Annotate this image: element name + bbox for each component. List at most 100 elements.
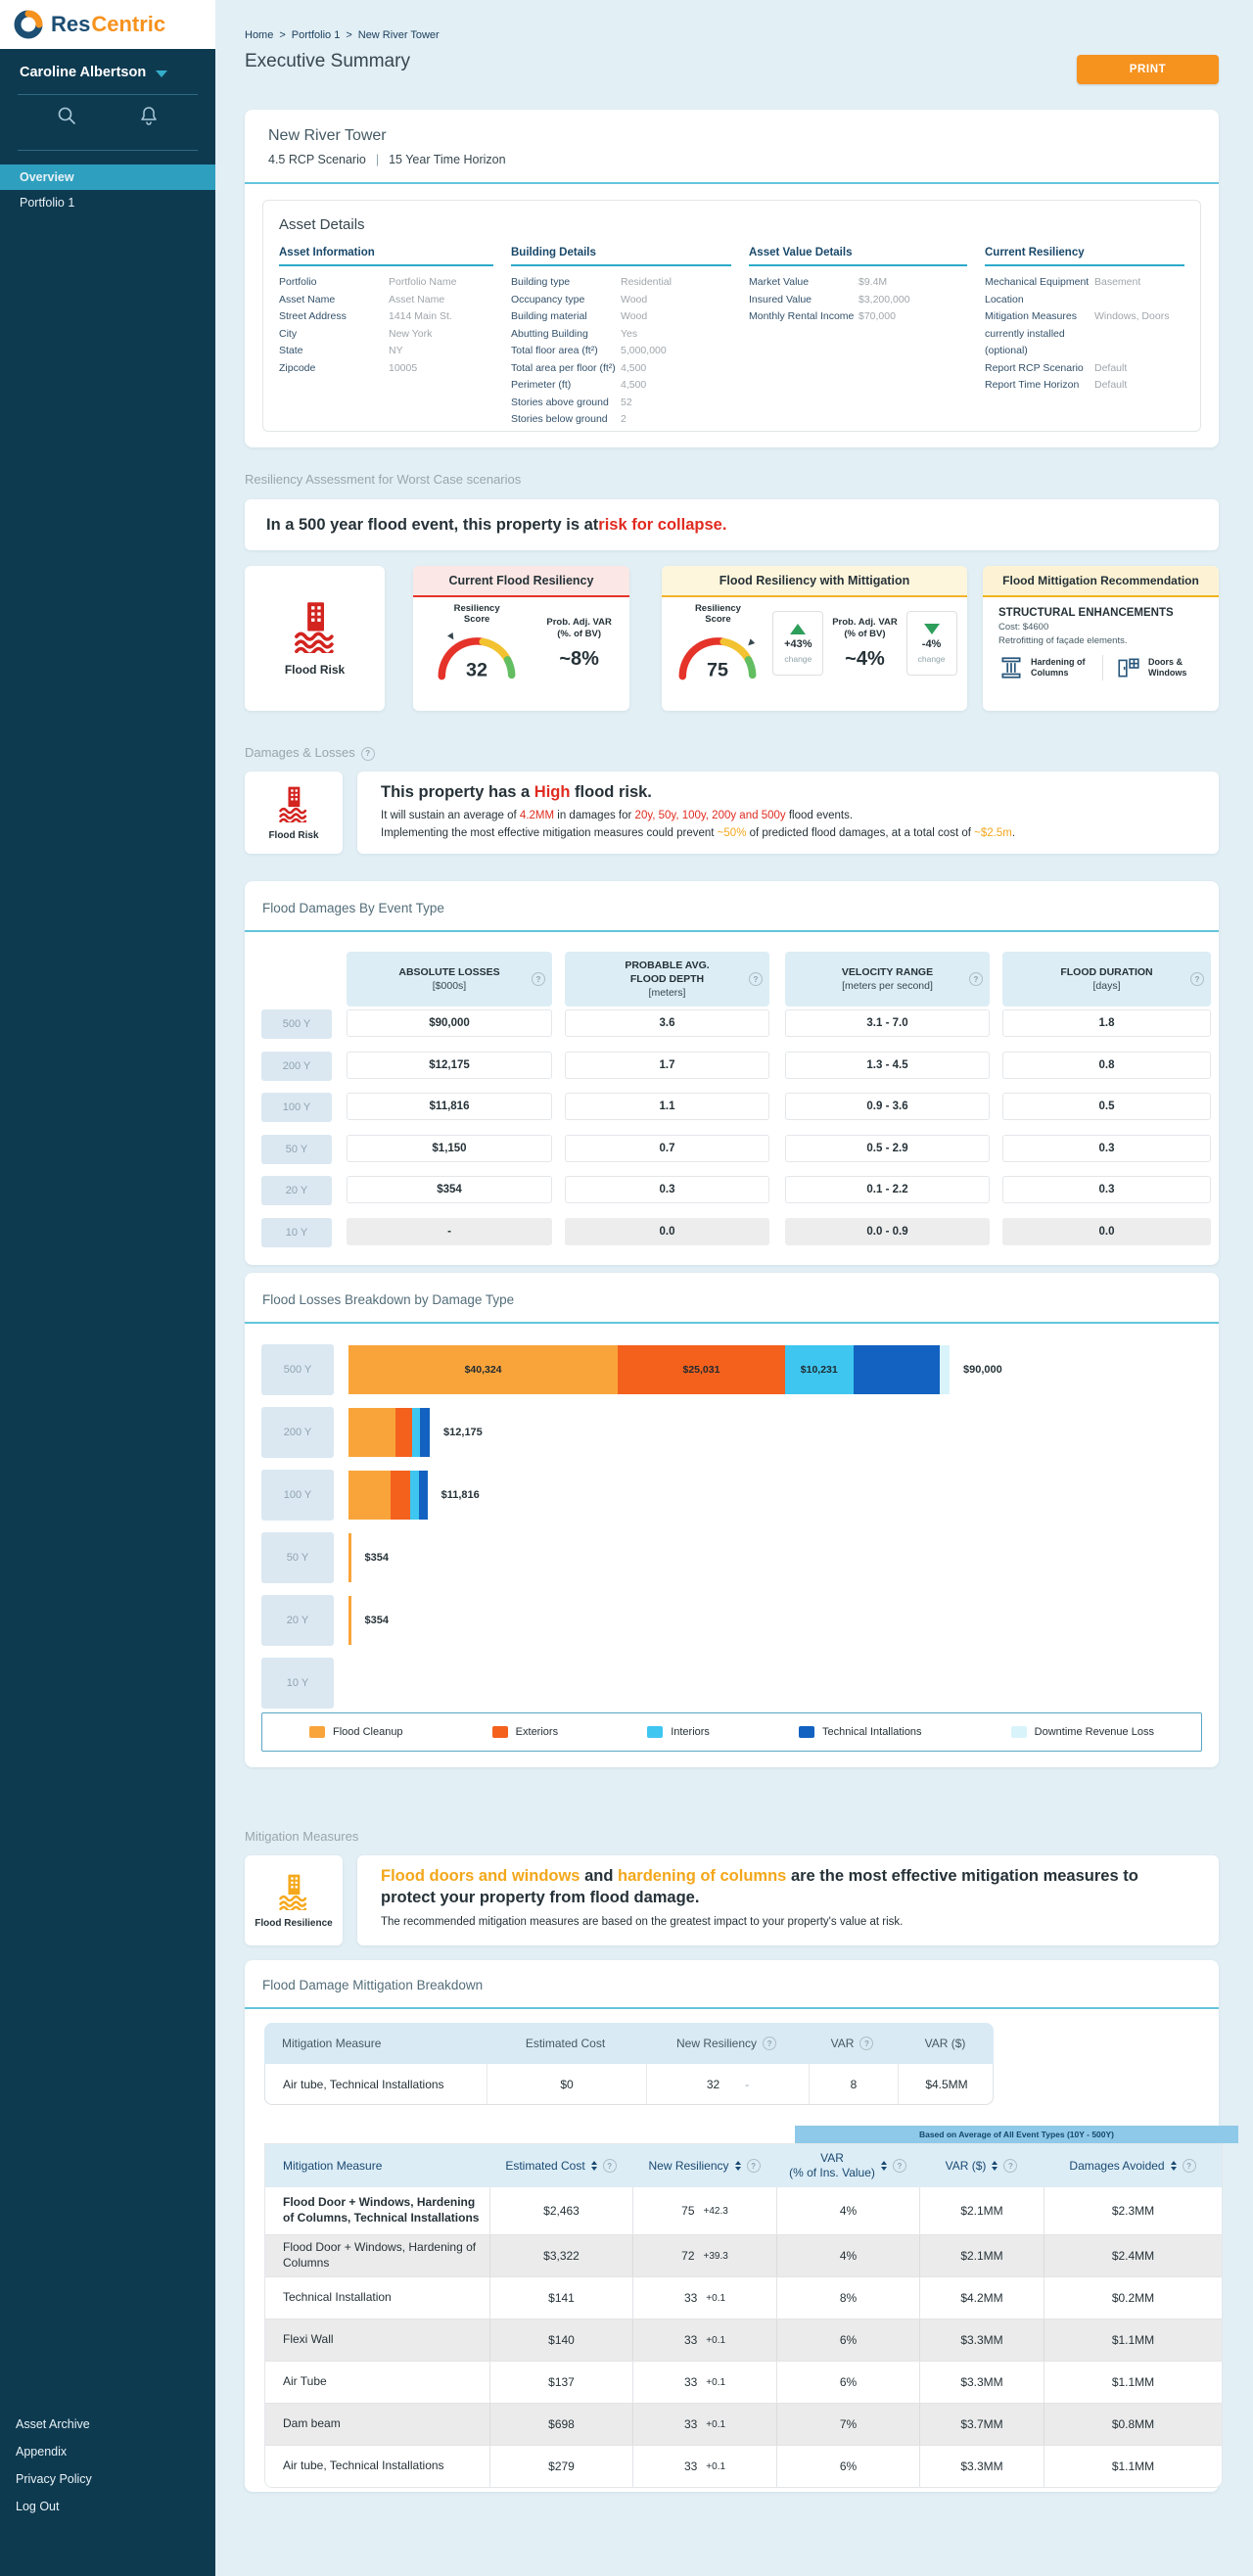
info-icon[interactable]: ? — [361, 747, 375, 761]
detail-value: $9.4M — [859, 274, 887, 292]
column-header: Mitigation Measure — [264, 2023, 486, 2064]
cost-cell: $279 — [489, 2446, 632, 2487]
sort-icon[interactable] — [735, 2161, 741, 2171]
chevron-down-icon — [156, 70, 167, 77]
measure-cell: Flexi Wall — [265, 2319, 489, 2361]
delta-value: +0.1 — [706, 2377, 725, 2388]
info-icon[interactable]: ? — [763, 2037, 776, 2050]
info-icon[interactable]: ? — [749, 972, 763, 986]
breadcrumb-item[interactable]: New River Tower — [358, 29, 440, 41]
info-icon[interactable]: ? — [859, 2037, 873, 2050]
card-header: Current Flood Resiliency — [413, 566, 629, 597]
legend-item: Flood Cleanup — [309, 1726, 403, 1738]
detail-label: Monthly Rental Income — [749, 308, 859, 326]
delta-value: +0.1 — [706, 2293, 725, 2304]
bar-segment — [940, 1345, 950, 1394]
measure-cell: Air tube, Technical Installations — [265, 2064, 487, 2104]
var-value: ~8% — [559, 648, 599, 671]
asset-details-column: Current ResiliencyMechanical Equipment L… — [985, 247, 1184, 429]
info-icon[interactable]: ? — [893, 2159, 906, 2173]
table-cell: 3.6 — [565, 1009, 769, 1037]
sort-icon[interactable] — [591, 2161, 597, 2171]
sort-icon[interactable] — [992, 2161, 998, 2171]
detail-value: Default — [1094, 377, 1127, 395]
bar-segment — [348, 1408, 395, 1457]
var-label: Prob. Adj. VAR — [832, 617, 898, 629]
cost-cell: $698 — [489, 2404, 632, 2445]
legend-label: Downtime Revenue Loss — [1035, 1726, 1154, 1738]
table-row: Flood Door + Windows, Hardening of Colum… — [265, 2234, 1222, 2276]
bar-total-label: $90,000 — [963, 1364, 1002, 1376]
sort-icon[interactable] — [1171, 2161, 1177, 2171]
info-icon[interactable]: ? — [969, 972, 983, 986]
legend-label: Interiors — [671, 1726, 710, 1738]
logo-swirl-icon — [14, 10, 43, 39]
detail-row: Zipcode10005 — [279, 360, 493, 378]
flood-building-icon — [275, 785, 312, 822]
bell-icon[interactable] — [138, 105, 160, 126]
chart-legend: Flood CleanupExteriorsInteriorsTechnical… — [261, 1712, 1202, 1752]
change-caption: change — [918, 654, 946, 664]
print-button[interactable]: PRINT — [1077, 55, 1219, 84]
sidebar-item-portfolio-1[interactable]: Portfolio 1 — [0, 190, 215, 215]
text-run: High — [534, 783, 571, 801]
row-label: 20 Y — [261, 1595, 334, 1646]
breadcrumb-item[interactable]: Portfolio 1 — [292, 29, 341, 41]
detail-row: Street Address1414 Main St. — [279, 308, 493, 326]
column-header: Estimated Cost — [486, 2023, 645, 2064]
mitigation-text-card: Flood doors and windows and hardening of… — [357, 1855, 1219, 1945]
detail-value: Default — [1094, 360, 1127, 378]
var-change-chip: -4% change — [906, 611, 957, 676]
asset-details-column: Asset Value DetailsMarket Value$9.4MInsu… — [749, 247, 985, 429]
change-value: +43% — [784, 638, 812, 650]
sidebar-tools — [0, 95, 215, 136]
var-cell: 4% — [776, 2187, 919, 2234]
breadcrumb-item[interactable]: Home — [245, 29, 273, 41]
flood-risk-label: Flood Risk — [285, 663, 345, 677]
column-header: VELOCITY RANGE[meters per second]? — [785, 952, 990, 1007]
sort-icon[interactable] — [881, 2161, 887, 2171]
sidebar-link[interactable]: Appendix — [0, 2438, 215, 2465]
logo[interactable]: ResCentric — [0, 0, 215, 49]
info-icon[interactable]: ? — [1183, 2159, 1196, 2173]
mitigation-icon-card: Flood Resilience — [245, 1855, 343, 1945]
sidebar-link[interactable]: Privacy Policy — [0, 2465, 215, 2493]
table-cell: 3.1 - 7.0 — [785, 1009, 990, 1037]
resiliency-cell: 72+39.3 — [632, 2235, 776, 2276]
var-cell: 8% — [776, 2277, 919, 2318]
row-label: 100 Y — [261, 1093, 332, 1122]
sidebar-footer-links: Asset ArchiveAppendixPrivacy PolicyLog O… — [0, 2411, 215, 2520]
detail-row: Perimeter (ft)4,500 — [511, 377, 731, 395]
info-icon[interactable]: ? — [1003, 2159, 1017, 2173]
bar-total-label: $354 — [365, 1615, 389, 1626]
bar-segment — [348, 1471, 391, 1520]
mitigation-detail-line: The recommended mitigation measures are … — [381, 1914, 1195, 1932]
change-caption: change — [784, 654, 812, 664]
detail-row: CityNew York — [279, 326, 493, 344]
chart-row: 100 Y$11,816 — [261, 1470, 1202, 1521]
user-menu[interactable]: Caroline Albertson — [0, 49, 215, 80]
info-icon[interactable]: ? — [532, 972, 545, 986]
info-icon[interactable]: ? — [1190, 972, 1204, 986]
info-icon[interactable]: ? — [747, 2159, 761, 2173]
detail-value: Wood — [621, 308, 647, 326]
detail-label: Total floor area (ft²) — [511, 343, 621, 360]
info-icon[interactable]: ? — [603, 2159, 617, 2173]
table-row: 200 Y$12,1751.71.3 - 4.50.8 — [261, 1052, 1202, 1081]
search-icon[interactable] — [56, 105, 77, 126]
column-header: Damages Avoided? — [1044, 2144, 1222, 2187]
delta-value: - — [745, 2078, 749, 2091]
table-cell: 0.3 — [1002, 1176, 1211, 1203]
table-row: 20 Y$3540.30.1 - 2.20.3 — [261, 1176, 1202, 1205]
detail-label: Asset Name — [279, 292, 389, 309]
recommendation-item-label: Doors & Windows — [1148, 657, 1207, 679]
sidebar-link[interactable]: Log Out — [0, 2493, 215, 2520]
sidebar-link[interactable]: Asset Archive — [0, 2411, 215, 2438]
detail-row: Asset NameAsset Name — [279, 292, 493, 309]
var-cell: 7% — [776, 2404, 919, 2445]
sidebar-item-overview[interactable]: Overview — [0, 164, 215, 190]
detail-label: Insured Value — [749, 292, 859, 309]
table-cell: 0.0 — [565, 1218, 769, 1245]
text-run: This property has a — [381, 783, 534, 801]
table-body: Flood Door + Windows, Hardening of Colum… — [265, 2187, 1222, 2487]
